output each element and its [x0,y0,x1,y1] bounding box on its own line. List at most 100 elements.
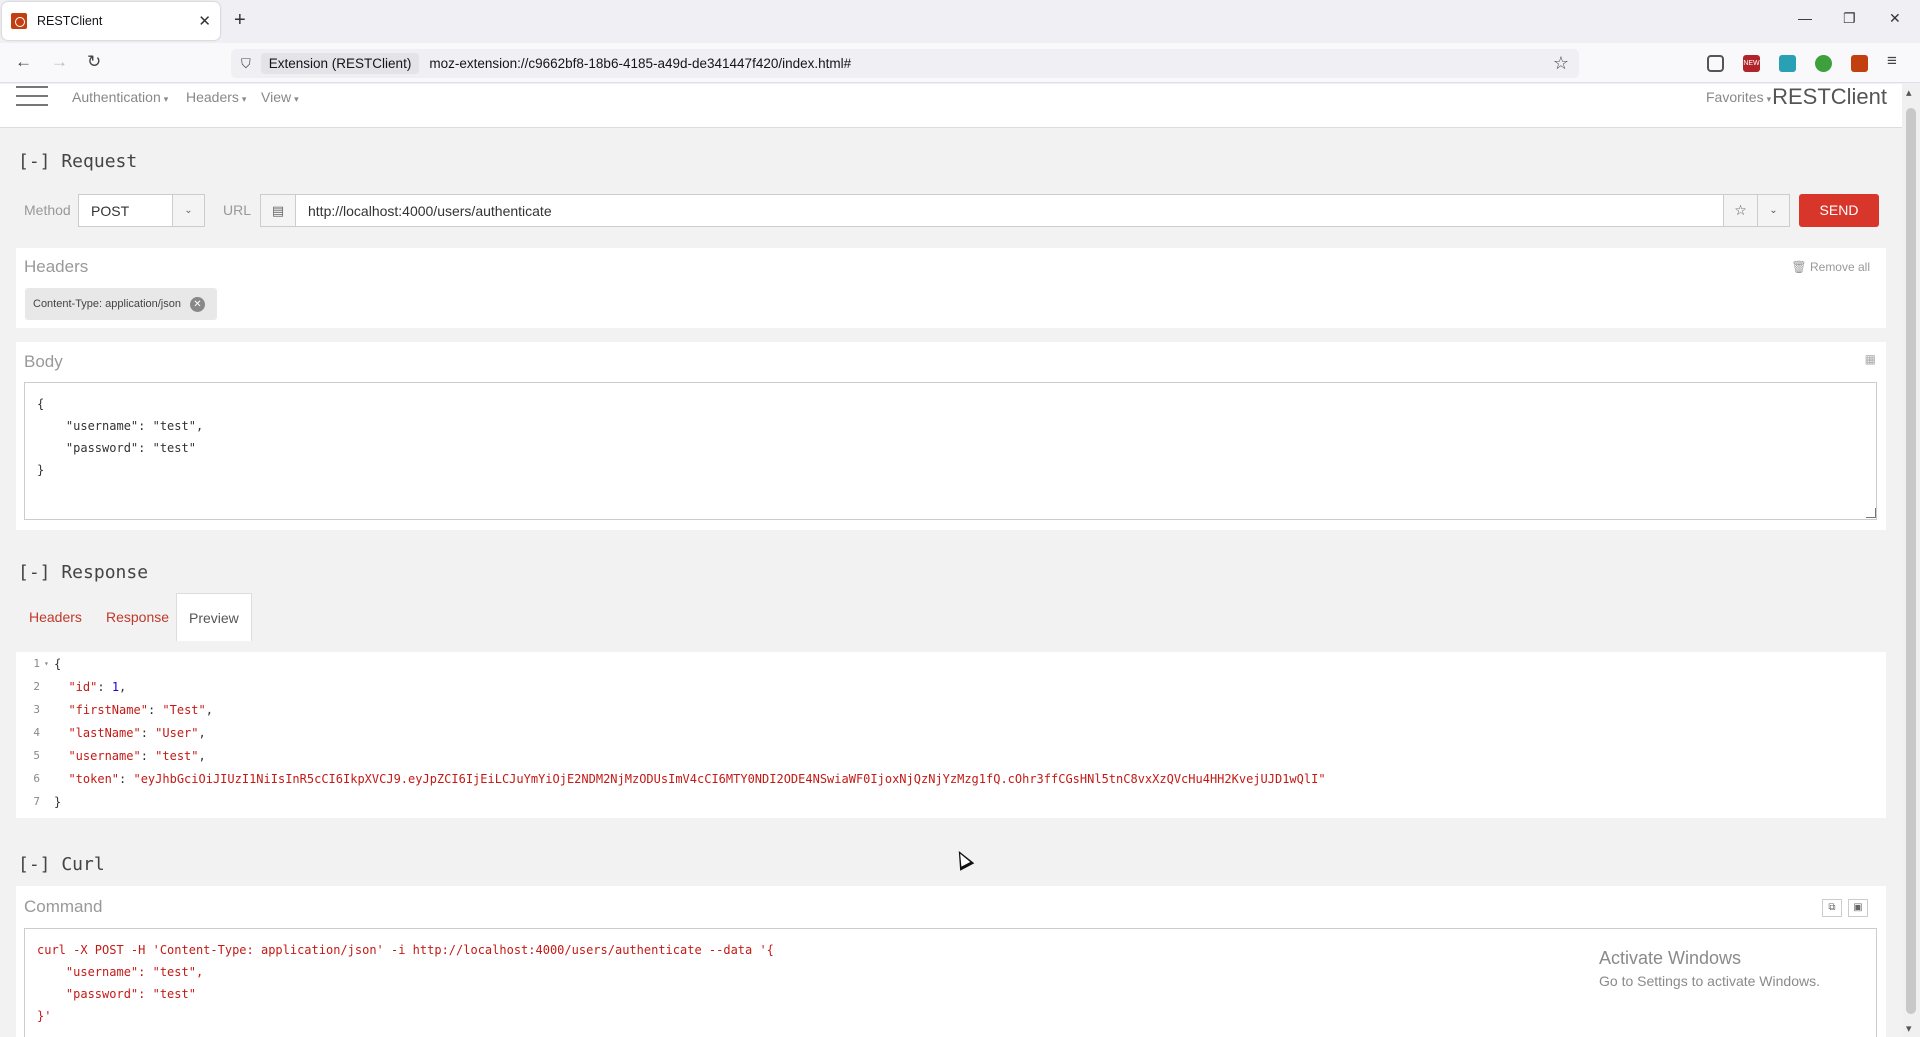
json-value: "test" [155,748,199,763]
tab-response-headers[interactable]: Headers [17,593,94,641]
json-key: "id" [68,679,98,694]
body-textarea[interactable]: { "username": "test", "password": "test"… [24,382,1877,520]
view-menu-label: View [261,89,292,105]
line-number: 1 [33,657,40,670]
send-button[interactable]: SEND [1799,194,1879,227]
favorites-menu[interactable]: Favorites ▾ [1706,89,1771,105]
json-key: "lastName" [68,725,141,740]
json-value: "eyJhbGciOiJIUzI1NiIsInR5cCI6IkpXVCJ9.ey… [133,771,1326,786]
grid-icon[interactable]: ▦ [1865,352,1876,366]
scrollbar-thumb[interactable] [1906,108,1916,1014]
line-number: 5 [33,749,40,762]
authentication-menu-label: Authentication [72,89,161,105]
fold-toggle-icon[interactable]: ▾ [44,659,54,668]
extension-globe-icon[interactable] [1815,55,1832,72]
app-brand[interactable]: RESTClient [1772,84,1887,110]
method-label: Method [24,202,71,218]
code-text: { [54,656,62,671]
copy-icon[interactable]: ⧉ [1822,899,1842,917]
view-menu[interactable]: View ▾ [261,89,299,105]
tab-close-icon[interactable]: ✕ [198,12,211,30]
json-key: "token" [68,771,120,786]
minimize-button[interactable]: — [1798,10,1812,26]
comma: , [205,702,213,717]
browser-tab-bar: RESTClient ✕ + — ❐ ✕ [0,0,1920,43]
resize-handle-icon[interactable] [1866,508,1876,518]
extension-save-icon[interactable] [1779,55,1796,72]
code-line: 2 "id": 1, [16,675,126,698]
extension-new-icon[interactable]: NEW [1743,55,1760,72]
header-chip[interactable]: Content-Type: application/json ✕ [25,288,217,320]
document-icon[interactable]: ▤ [261,195,296,226]
remove-header-icon[interactable]: ✕ [189,296,205,312]
comma: , [198,748,206,763]
line-number: 3 [33,703,40,716]
pocket-icon[interactable] [1707,55,1724,72]
json-value: "Test" [162,702,206,717]
url-label: URL [223,202,252,218]
favorite-star-icon[interactable]: ☆ [1723,195,1757,226]
shield-icon[interactable]: ⛉ [241,56,251,72]
watermark-subtitle: Go to Settings to activate Windows. [1599,973,1820,989]
comma: , [119,679,127,694]
url-input[interactable]: ▤ http://localhost:4000/users/authentica… [260,194,1790,227]
caret-down-icon: ▾ [294,94,299,104]
header-chip-label: Content-Type: application/json [33,298,181,310]
forward-arrow-icon[interactable]: → [51,52,68,72]
remove-all-button[interactable]: 🗑 Remove all [1791,260,1870,274]
method-select[interactable]: POST ⌄ [78,194,205,227]
activate-windows-watermark: Activate Windows Go to Settings to activ… [1599,948,1820,989]
browser-tab[interactable]: RESTClient ✕ [2,2,220,40]
method-value: POST [91,203,130,219]
hamburger-menu-icon[interactable] [16,86,48,110]
caret-down-icon: ▾ [241,94,247,104]
browser-nav-bar: ← → ↻ ⛉ Extension (RESTClient) moz-exten… [0,43,1920,83]
chevron-down-icon[interactable]: ⌄ [172,195,204,226]
back-arrow-icon[interactable]: ← [15,52,32,72]
restore-button[interactable]: ❐ [1843,10,1856,27]
headers-title: Headers [24,257,89,276]
scroll-up-icon[interactable]: ▴ [1906,86,1912,99]
authentication-menu[interactable]: Authentication ▾ [72,89,168,105]
tab-title: RESTClient [37,14,103,28]
code-line: 6 "token": "eyJhbGciOiJIUzI1NiIsInR5cCI6… [16,767,1326,790]
code-text: } [54,794,62,809]
line-number: 7 [33,795,40,808]
json-value: 1 [111,679,120,694]
watermark-title: Activate Windows [1599,948,1742,968]
comma: , [198,725,206,740]
headers-menu[interactable]: Headers ▾ [186,89,246,105]
new-tab-button[interactable]: + [234,9,246,32]
headers-panel: Headers 🗑 Remove all Content-Type: appli… [16,248,1886,328]
page-scrollbar[interactable]: ▴ ▾ [1902,84,1920,1037]
close-window-button[interactable]: ✕ [1889,10,1901,27]
restclient-page: Authentication ▾ Headers ▾ View ▾ Favorites… [0,84,1902,1037]
curl-section-title[interactable]: [-] Curl [18,854,105,875]
line-number: 4 [33,726,40,739]
restclient-extension-icon[interactable] [1851,55,1868,72]
code-line: 3 "firstName": "Test", [16,698,213,721]
code-line: 4 "lastName": "User", [16,721,206,744]
address-text[interactable]: moz-extension://c9662bf8-18b6-4185-a49d-… [429,56,1553,71]
json-key: "firstName" [68,702,148,717]
chevron-down-icon[interactable]: ⌄ [1757,195,1789,226]
scroll-down-icon[interactable]: ▾ [1906,1022,1912,1035]
url-value[interactable]: http://localhost:4000/users/authenticate [308,203,552,219]
json-key: "username" [68,748,141,763]
clipboard-icon[interactable]: ▣ [1848,899,1868,917]
request-section-title[interactable]: [-] Request [18,151,137,172]
code-line: 7 } [16,790,61,813]
extension-identity[interactable]: Extension (RESTClient) [260,53,420,74]
tab-preview[interactable]: Preview [176,593,252,641]
reload-icon[interactable]: ↻ [87,52,101,72]
response-code-view[interactable]: 1 ▾ { 2 "id": 1, 3 "firstName": "Test", … [16,652,1886,818]
body-panel: Body ▦ { "username": "test", "password":… [16,342,1886,530]
line-number: 6 [33,772,40,785]
response-section-title[interactable]: [-] Response [18,562,148,583]
tab-response-body[interactable]: Response [94,593,181,641]
app-menu-icon[interactable]: ≡ [1887,51,1897,71]
address-bar[interactable]: ⛉ Extension (RESTClient) moz-extension:/… [231,49,1579,78]
favorites-menu-label: Favorites [1706,89,1764,105]
bookmark-star-icon[interactable]: ☆ [1553,53,1569,74]
caret-down-icon: ▾ [1766,94,1772,104]
